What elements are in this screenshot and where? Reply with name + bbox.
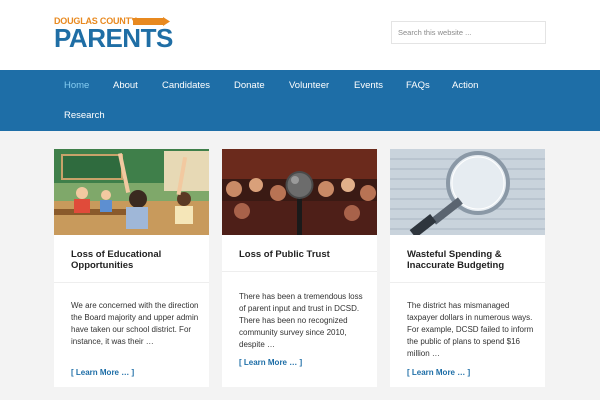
learn-more-link[interactable]: [ Learn More … ]: [71, 368, 134, 378]
feature-card-spending: Wasteful Spending & Inaccurate Budgeting…: [390, 149, 545, 387]
magnifying-glass-photo-icon: [390, 149, 545, 235]
nav-item-home[interactable]: Home: [64, 80, 89, 92]
card-divider: [390, 282, 545, 283]
feature-card-educational: Loss of Educational Opportunities We are…: [54, 149, 209, 387]
main-nav: Home About Candidates Donate Volunteer E…: [0, 70, 600, 131]
card-title[interactable]: Wasteful Spending & Inaccurate Budgeting: [407, 249, 535, 271]
nav-item-volunteer[interactable]: Volunteer: [289, 80, 329, 92]
card-text: There has been a tremendous loss of pare…: [239, 292, 363, 349]
magnifying-glass-photo[interactable]: [390, 149, 545, 235]
classroom-photo[interactable]: [54, 149, 209, 235]
nav-item-action[interactable]: Action: [452, 80, 478, 92]
nav-item-donate[interactable]: Donate: [234, 80, 265, 92]
microphone-photo[interactable]: [222, 149, 377, 235]
card-title[interactable]: Loss of Public Trust: [239, 249, 367, 260]
microphone-photo-icon: [222, 149, 377, 235]
card-text: We are concerned with the direction the …: [71, 301, 199, 346]
feature-card-trust: Loss of Public Trust There has been a tr…: [222, 149, 377, 387]
card-text: The district has mismanaged taxpayer dol…: [407, 301, 534, 358]
card-divider: [54, 282, 209, 283]
nav-item-research[interactable]: Research: [64, 110, 105, 122]
nav-item-events[interactable]: Events: [354, 80, 383, 92]
nav-item-candidates[interactable]: Candidates: [162, 80, 210, 92]
search-input[interactable]: [391, 21, 546, 44]
learn-more-link[interactable]: [ Learn More … ]: [407, 368, 470, 378]
site-logo[interactable]: DOUGLAS COUNTY PARENTS: [54, 16, 173, 53]
site-header: DOUGLAS COUNTY PARENTS: [0, 0, 600, 70]
card-title[interactable]: Loss of Educational Opportunities: [71, 249, 199, 271]
logo-main-text: PARENTS: [54, 23, 173, 53]
card-divider: [222, 271, 377, 272]
nav-item-about[interactable]: About: [113, 80, 138, 92]
classroom-photo-icon: [54, 149, 209, 235]
nav-item-faqs[interactable]: FAQs: [406, 80, 430, 92]
learn-more-link[interactable]: [ Learn More … ]: [239, 358, 302, 368]
